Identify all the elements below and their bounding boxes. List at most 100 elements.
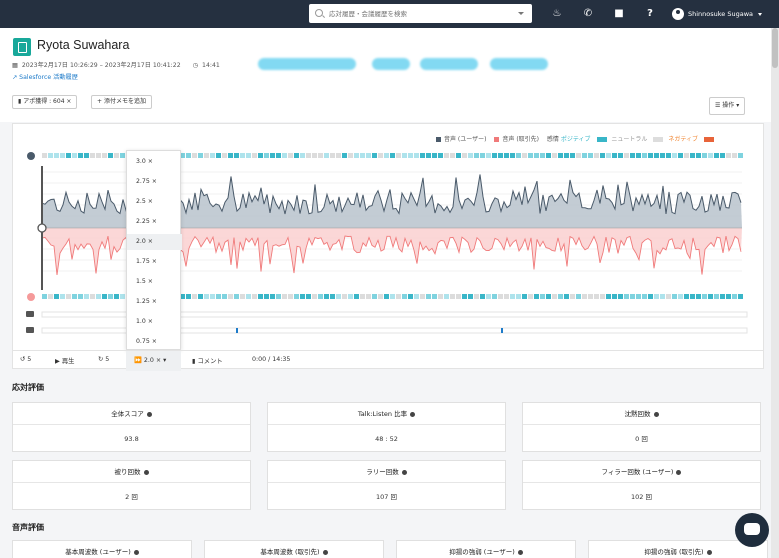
emotion-segment xyxy=(306,294,311,299)
emotion-segment xyxy=(42,153,47,158)
info-icon[interactable] xyxy=(143,469,149,475)
emotion-segment xyxy=(228,153,233,158)
emotion-segment xyxy=(222,153,227,158)
emotion-segment xyxy=(426,153,431,158)
emotion-segment xyxy=(528,294,533,299)
emotion-segment xyxy=(528,153,533,158)
emotion-segment xyxy=(594,294,599,299)
emotion-segment xyxy=(510,294,515,299)
emotion-segment xyxy=(120,153,125,158)
emotion-segment xyxy=(552,294,557,299)
emotion-segment xyxy=(522,153,527,158)
emotion-segment xyxy=(714,294,719,299)
emotion-segment xyxy=(294,294,299,299)
metric-card: 全体スコア 93.8 xyxy=(12,402,251,452)
customer-marker-icon xyxy=(27,293,35,301)
emotion-segment xyxy=(648,153,653,158)
metric-label: 基本周波数 (ユーザー) xyxy=(13,541,191,558)
rewind-button[interactable]: ↺ 5 xyxy=(20,356,31,363)
emotion-segment xyxy=(558,294,563,299)
emotion-segment xyxy=(738,294,743,299)
play-button[interactable]: ▶ 再生 xyxy=(55,356,74,365)
speed-option[interactable]: 1.5 × xyxy=(127,274,182,290)
info-icon[interactable] xyxy=(401,469,407,475)
emotion-segment xyxy=(78,153,83,158)
emotion-segment xyxy=(60,153,65,158)
emotion-segment xyxy=(204,153,209,158)
emotion-segment xyxy=(456,153,461,158)
emotion-segment xyxy=(288,294,293,299)
info-icon[interactable] xyxy=(410,411,416,417)
metric-label: フィラー回数 (ユーザー) xyxy=(523,461,760,483)
emotion-segment xyxy=(192,153,197,158)
emotion-segment xyxy=(246,153,251,158)
emotion-segment xyxy=(192,294,197,299)
emotion-segment xyxy=(264,294,269,299)
emotion-segment xyxy=(390,294,395,299)
emotion-segment xyxy=(414,153,419,158)
emotion-segment xyxy=(258,294,263,299)
emotion-segment xyxy=(480,294,485,299)
speed-option[interactable]: 0.75 × xyxy=(127,334,182,350)
emotion-segment xyxy=(282,294,287,299)
chat-support-button[interactable] xyxy=(735,513,769,547)
emotion-segment xyxy=(252,153,257,158)
emotion-segment xyxy=(636,294,641,299)
speed-button[interactable]: ⏩ 2.0 × ▾ xyxy=(126,351,181,371)
speed-option[interactable]: 1.75 × xyxy=(127,254,182,270)
metric-label: 全体スコア xyxy=(13,403,250,425)
section-title-response: 応対評価 xyxy=(12,383,44,392)
emotion-segment xyxy=(48,294,53,299)
metric-label: ラリー回数 xyxy=(268,461,505,483)
info-icon[interactable] xyxy=(133,549,139,555)
player-controls xyxy=(12,350,764,370)
emotion-segment xyxy=(66,294,71,299)
emotion-segment xyxy=(642,153,647,158)
emotion-segment xyxy=(264,153,269,158)
emotion-segment xyxy=(504,294,509,299)
emotion-segment xyxy=(378,153,383,158)
emotion-segment xyxy=(186,153,191,158)
info-icon[interactable] xyxy=(706,549,712,555)
emotion-segment xyxy=(576,294,581,299)
emotion-segment xyxy=(612,294,617,299)
emotion-segment xyxy=(570,294,575,299)
emotion-segment xyxy=(342,153,347,158)
emotion-segment xyxy=(630,294,635,299)
emotion-segment xyxy=(654,294,659,299)
emotion-segment xyxy=(612,153,617,158)
emotion-segment xyxy=(582,153,587,158)
emotion-segment xyxy=(498,294,503,299)
speed-option[interactable]: 2.0 × xyxy=(127,234,182,250)
speed-option[interactable]: 2.25 × xyxy=(127,214,182,230)
speed-option[interactable]: 2.5 × xyxy=(127,194,182,210)
forward-button[interactable]: ↻ 5 xyxy=(98,356,109,363)
emotion-segment xyxy=(378,294,383,299)
emotion-segment xyxy=(300,153,305,158)
emotion-segment xyxy=(102,294,107,299)
emotion-segment xyxy=(660,294,665,299)
emotion-segment xyxy=(648,294,653,299)
playback-speed-menu[interactable]: 3.0 × 2.75 × 2.5 × 2.25 × 2.0 × 1.75 × 1.5 × 1.… xyxy=(126,150,182,350)
speed-option[interactable]: 1.25 × xyxy=(127,294,182,310)
info-icon[interactable] xyxy=(676,469,682,475)
emotion-segment xyxy=(438,153,443,158)
info-icon[interactable] xyxy=(322,549,328,555)
speed-option[interactable]: 2.75 × xyxy=(127,174,182,190)
emotion-segment xyxy=(198,153,203,158)
info-icon[interactable] xyxy=(653,411,659,417)
emotion-segment xyxy=(546,153,551,158)
emotion-segment xyxy=(354,153,359,158)
emotion-segment xyxy=(438,294,443,299)
emotion-segment xyxy=(366,294,371,299)
info-icon[interactable] xyxy=(517,549,523,555)
info-icon[interactable] xyxy=(146,411,152,417)
emotion-segment xyxy=(300,294,305,299)
emotion-segment xyxy=(318,153,323,158)
speed-option[interactable]: 1.0 × xyxy=(127,314,182,330)
speed-option[interactable]: 3.0 × xyxy=(127,154,182,170)
emotion-segment xyxy=(90,294,95,299)
comment-button[interactable]: ▮ コメント xyxy=(192,356,223,365)
memo-track-icon xyxy=(26,327,34,333)
emotion-segment xyxy=(84,153,89,158)
